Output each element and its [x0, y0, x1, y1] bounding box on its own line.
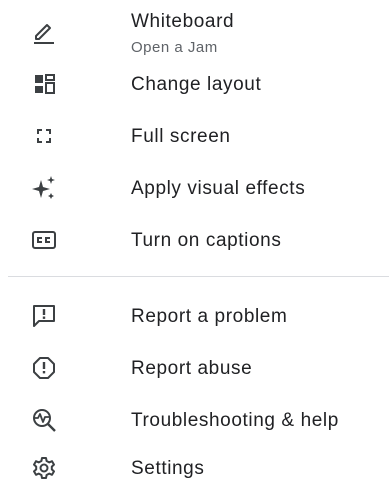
diagnostics-icon [30, 406, 58, 434]
menu-item-change-layout[interactable]: Change layout [0, 58, 389, 110]
report-problem-label: Report a problem [131, 306, 288, 327]
menu-divider [8, 276, 389, 277]
settings-label: Settings [131, 458, 205, 479]
pencil-icon [30, 18, 58, 46]
layout-icon [30, 70, 58, 98]
report-abuse-label: Report abuse [131, 358, 253, 379]
menu-item-report-abuse[interactable]: Report abuse [0, 342, 389, 394]
menu-item-full-screen[interactable]: Full screen [0, 110, 389, 162]
menu-item-report-problem[interactable]: Report a problem [0, 290, 389, 342]
menu-item-visual-effects[interactable]: Apply visual effects [0, 162, 389, 214]
menu-item-settings[interactable]: Settings [0, 446, 389, 484]
alert-icon [30, 354, 58, 382]
feedback-icon [30, 302, 58, 330]
visual-effects-label: Apply visual effects [131, 178, 306, 199]
menu-item-captions[interactable]: Turn on captions [0, 214, 389, 266]
menu-item-whiteboard[interactable]: Whiteboard Open a Jam [0, 6, 389, 58]
more-options-menu: Whiteboard Open a Jam Change layout Full… [0, 0, 389, 484]
closed-captions-icon [30, 226, 58, 254]
whiteboard-sublabel: Open a Jam [131, 39, 218, 56]
fullscreen-icon [30, 122, 58, 150]
menu-item-troubleshooting[interactable]: Troubleshooting & help [0, 394, 389, 446]
sparkle-icon [30, 174, 58, 202]
full-screen-label: Full screen [131, 126, 231, 147]
troubleshooting-label: Troubleshooting & help [131, 410, 339, 431]
gear-icon [30, 454, 58, 482]
captions-label: Turn on captions [131, 230, 282, 251]
whiteboard-label: Whiteboard [131, 11, 235, 32]
change-layout-label: Change layout [131, 74, 262, 95]
